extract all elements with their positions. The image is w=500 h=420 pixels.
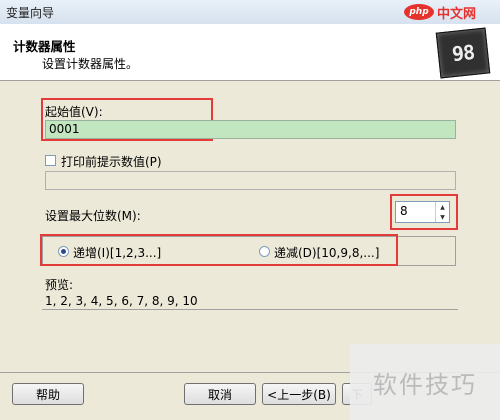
prompt-text-input[interactable] bbox=[45, 171, 456, 190]
counter-icon-digits: 98 bbox=[450, 39, 476, 67]
page-title: 计数器属性 bbox=[13, 39, 76, 54]
wizard-header: 计数器属性 设置计数器属性。 98 bbox=[0, 24, 500, 81]
spin-up-icon[interactable]: ▲ bbox=[436, 202, 449, 212]
php-watermark-text: 中文网 bbox=[437, 6, 477, 22]
start-value-label: 起始值(V): bbox=[45, 105, 103, 119]
start-value-text: 0001 bbox=[49, 122, 80, 136]
page-subtitle: 设置计数器属性。 bbox=[42, 57, 139, 71]
increment-radio[interactable] bbox=[58, 246, 69, 257]
watermark-overlay: 软件技巧 bbox=[350, 344, 500, 420]
watermark-text: 软件技巧 bbox=[373, 370, 477, 399]
back-button[interactable]: <上一步(B) bbox=[262, 383, 336, 405]
php-watermark: php 中文网 bbox=[404, 3, 496, 22]
counter-icon: 98 bbox=[435, 27, 491, 79]
spin-down-icon[interactable]: ▼ bbox=[436, 212, 449, 222]
prompt-before-print-label: 打印前提示数值(P) bbox=[61, 155, 162, 169]
window-title: 变量向导 bbox=[6, 6, 55, 20]
window-titlebar: 变量向导 php 中文网 bbox=[0, 0, 500, 25]
max-digits-label: 设置最大位数(M): bbox=[45, 209, 141, 223]
decrement-label: 递减(D)[10,9,8,...] bbox=[274, 246, 380, 260]
prompt-before-print-checkbox[interactable] bbox=[45, 155, 56, 166]
cancel-button[interactable]: 取消 bbox=[184, 383, 256, 405]
increment-label: 递增(I)[1,2,3...] bbox=[73, 246, 162, 260]
start-value-input[interactable]: 0001 bbox=[45, 120, 456, 139]
decrement-radio[interactable] bbox=[259, 246, 270, 257]
max-digits-value: 8 bbox=[400, 204, 408, 218]
max-digits-stepper[interactable]: 8 ▲ ▼ bbox=[395, 201, 450, 223]
preview-label: 预览: bbox=[45, 278, 74, 292]
preview-value: 1, 2, 3, 4, 5, 6, 7, 8, 9, 10 bbox=[45, 294, 198, 308]
php-logo-icon: php bbox=[404, 4, 434, 20]
help-button[interactable]: 帮助 bbox=[12, 383, 84, 405]
